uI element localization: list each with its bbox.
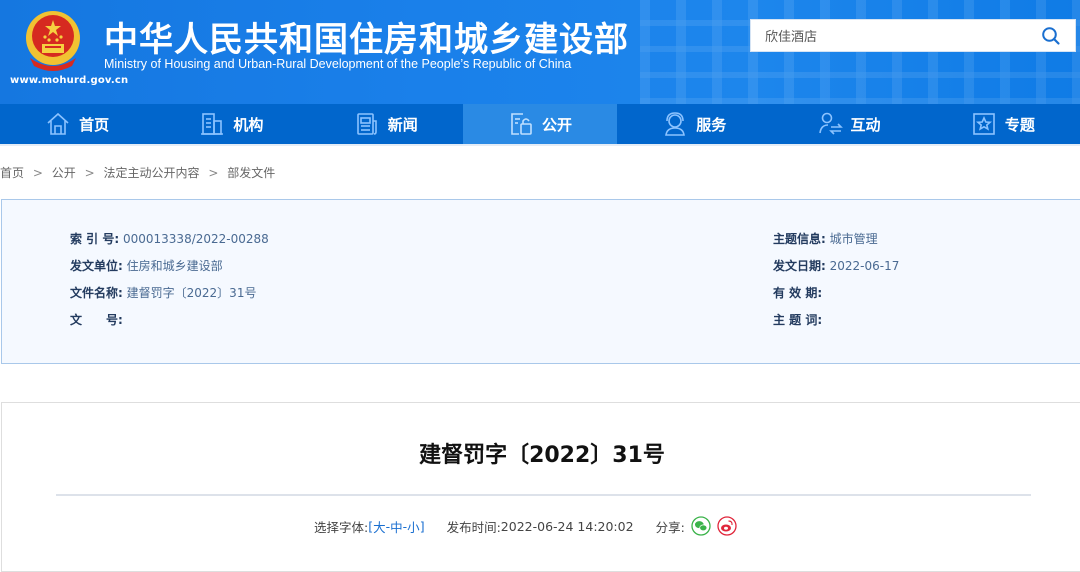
breadcrumb-separator: > <box>84 166 95 180</box>
article-panel: 建督罚字〔2022〕31号 选择字体: [ 大 - 中 - 小 ] 发布时间: … <box>1 402 1080 572</box>
info-document-number: 文 号: <box>70 311 123 328</box>
wechat-share-icon[interactable] <box>691 516 711 536</box>
building-icon <box>201 113 224 135</box>
service-icon <box>665 112 686 136</box>
font-size-medium[interactable]: 中 <box>390 517 403 536</box>
weibo-share-icon[interactable] <box>717 516 737 536</box>
nav-item-interaction[interactable]: 互动 <box>771 104 925 144</box>
nav-item-organization[interactable]: 机构 <box>154 104 308 144</box>
nav-label: 首页 <box>79 115 110 134</box>
info-value: 2022-06-17 <box>829 259 900 273</box>
info-issue-date: 发文日期: 2022-06-17 <box>773 257 899 274</box>
font-size-small[interactable]: 小 <box>407 517 420 536</box>
info-validity: 有 效 期: <box>773 284 822 301</box>
disclosure-icon <box>511 113 532 135</box>
publish-time: 2022-06-24 14:20:02 <box>500 518 634 534</box>
publish-label: 发布时间: <box>446 519 501 535</box>
info-label: 文件名称: <box>70 286 123 300</box>
info-subject: 主题信息: 城市管理 <box>773 230 878 247</box>
info-label: 发文日期: <box>773 259 826 273</box>
info-keywords: 主 题 词: <box>773 311 822 328</box>
nav-label: 新闻 <box>387 115 418 134</box>
breadcrumb-home[interactable]: 首页 <box>0 166 24 180</box>
info-value: 建督罚字〔2022〕31号 <box>126 286 257 300</box>
share-label: 分享: <box>655 519 685 535</box>
info-label: 主题信息: <box>773 232 826 246</box>
search-box <box>750 19 1076 52</box>
info-value: 000013338/2022-00288 <box>122 232 269 246</box>
info-document-name: 文件名称: 建督罚字〔2022〕31号 <box>70 284 256 301</box>
site-header: www.mohurd.gov.cn 中华人民共和国住房和城乡建设部 Minist… <box>0 0 1080 104</box>
info-label: 有 效 期: <box>773 286 823 300</box>
font-size-large[interactable]: 大 <box>373 517 386 536</box>
nav-item-home[interactable]: 首页 <box>0 104 154 144</box>
national-emblem-icon <box>26 11 80 71</box>
breadcrumb-separator: > <box>32 166 43 180</box>
article-title: 建督罚字〔2022〕31号 <box>419 443 665 468</box>
search-icon[interactable] <box>1041 26 1061 46</box>
interaction-icon <box>818 112 843 135</box>
breadcrumb-disclosure[interactable]: 公开 <box>52 166 76 180</box>
site-subtitle: Ministry of Housing and Urban-Rural Deve… <box>104 57 572 71</box>
nav-item-topic[interactable]: 专题 <box>926 104 1080 144</box>
breadcrumb-separator: > <box>208 166 219 180</box>
breadcrumb-statutory-content[interactable]: 法定主动公开内容 <box>103 166 199 180</box>
info-label: 主 题 词: <box>773 313 823 327</box>
topic-icon <box>973 113 995 135</box>
breadcrumb-ministry-documents[interactable]: 部发文件 <box>227 166 275 180</box>
info-value: 城市管理 <box>829 232 878 246</box>
article-meta: 选择字体: [ 大 - 中 - 小 ] 发布时间: 2022-06-24 14:… <box>314 516 737 536</box>
info-issuing-unit: 发文单位: 住房和城乡建设部 <box>70 257 223 274</box>
news-icon <box>356 113 377 135</box>
nav-item-service[interactable]: 服务 <box>617 104 771 144</box>
document-info-box: 索 引 号: 000013338/2022-00288 发文单位: 住房和城乡建… <box>1 199 1080 364</box>
nav-label: 公开 <box>541 115 572 134</box>
nav-label: 互动 <box>850 115 881 134</box>
info-value: 住房和城乡建设部 <box>126 259 223 273</box>
search-input[interactable] <box>751 20 1031 51</box>
font-bracket-close: ] <box>419 518 425 534</box>
site-title: 中华人民共和国住房和城乡建设部 <box>104 20 629 60</box>
header-background-building <box>640 0 1080 104</box>
info-label: 发文单位: <box>70 259 123 273</box>
nav-label: 专题 <box>1004 115 1035 134</box>
info-index-number: 索 引 号: 000013338/2022-00288 <box>70 230 269 247</box>
home-icon <box>47 112 69 135</box>
nav-item-disclosure[interactable]: 公开 <box>462 104 618 144</box>
nav-item-news[interactable]: 新闻 <box>309 104 463 144</box>
article-divider <box>56 494 1031 496</box>
site-url: www.mohurd.gov.cn <box>10 75 129 86</box>
font-select-label: 选择字体: <box>314 519 369 535</box>
nav-label: 服务 <box>696 115 727 134</box>
main-nav: 首页 机构 新闻 公开 服务 互动 专题 <box>0 104 1080 146</box>
info-label: 文 号: <box>70 313 123 327</box>
info-label: 索 引 号: <box>70 232 120 246</box>
nav-label: 机构 <box>233 115 264 134</box>
breadcrumb: 首页 > 公开 > 法定主动公开内容 > 部发文件 <box>0 164 275 181</box>
